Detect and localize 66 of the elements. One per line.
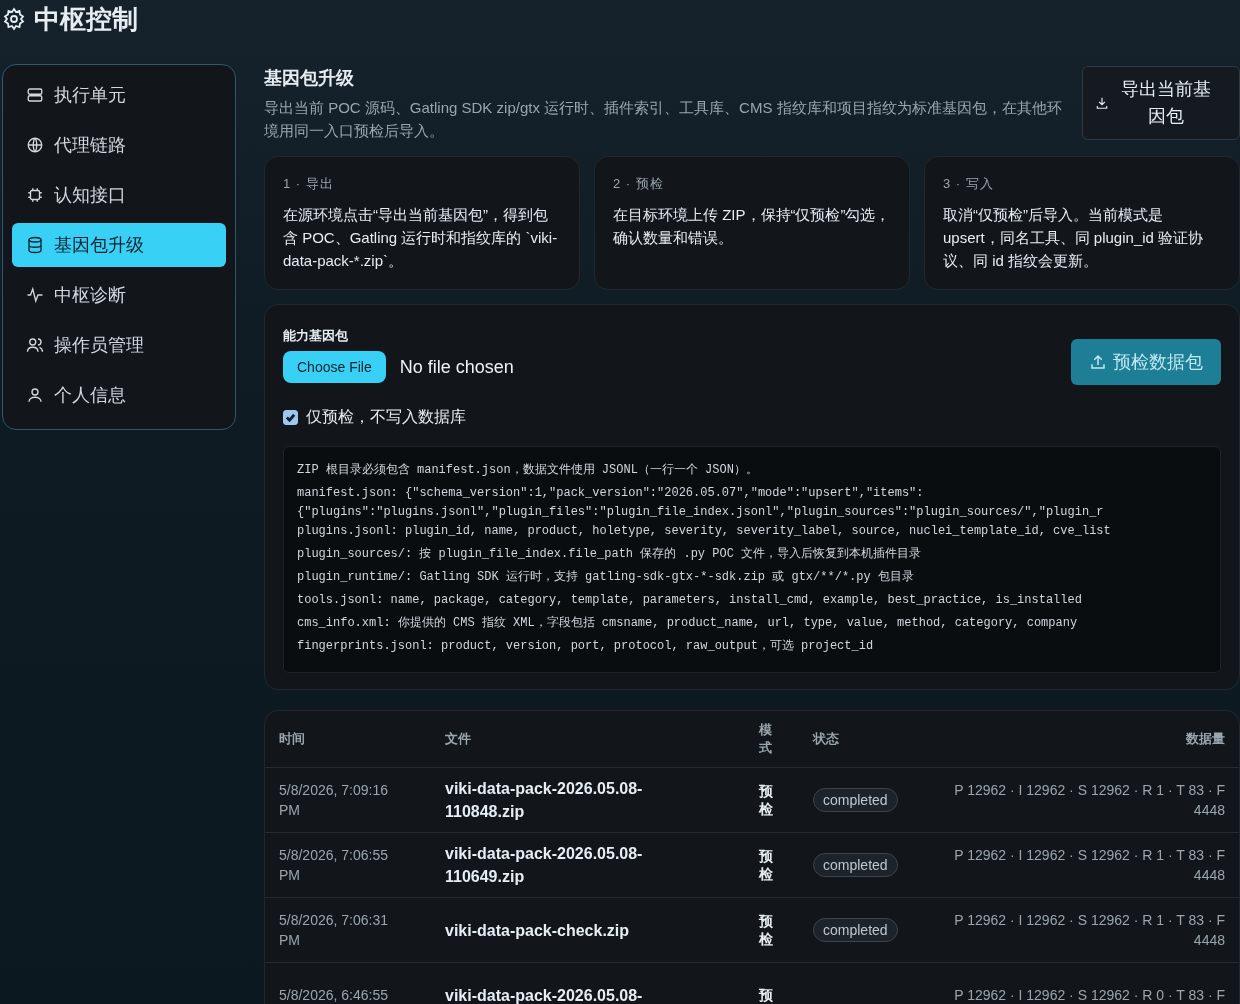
- file-cell-text: viki-data-pack-check.zip: [445, 920, 631, 941]
- status-badge: completed: [813, 853, 898, 877]
- step-text: 取消“仅预检”后导入。当前模式是 upsert，同名工具、同 plugin_id 验证协议、同 id 指纹会更新。: [943, 205, 1205, 271]
- mode-cell: 预检: [759, 782, 773, 818]
- pulse-icon: [26, 286, 44, 304]
- mode-cell: 预: [759, 986, 773, 1004]
- code-line: plugin_sources/: 按 plugin_file_index.file_path 保存的 .py POC 文件，导入后恢复到本机插件目录: [297, 546, 923, 563]
- section-title: 基因包升级: [264, 67, 355, 90]
- status-badge: completed: [813, 918, 898, 942]
- user-icon: [26, 386, 44, 404]
- sidebar-item[interactable]: 代理链路: [12, 123, 226, 167]
- code-line: plugins.jsonl: plugin_id, name, product, holetype, severity, severity_label, source, nuclei_template_id, cve_list: [297, 523, 1112, 540]
- sidebar-item[interactable]: 个人信息: [12, 373, 226, 417]
- code-line: fingerprints.jsonl: product, version, port, protocol, raw_output，可选 project_id: [297, 638, 875, 655]
- code-line: manifest.json: {"schema_version":1,"pack_version":"2026.05.07","mode":"upsert","items":: [297, 485, 925, 502]
- file-cell-text: viki-data-pack-2026.05.08-110848.zip: [445, 779, 644, 822]
- code-line: ZIP 根目录必须包含 manifest.json，数据文件使用 JSONL（一行一个 JSON）。: [297, 462, 759, 479]
- step-label: 1 · 导出: [283, 175, 335, 193]
- choose-file-button[interactable]: Choose File: [283, 351, 386, 383]
- count-cell-text: P 12962 · I 12962 · S 12962 · R 1 · T 83 · F 4448: [953, 781, 1225, 820]
- code-line: {"plugins":"plugins.jsonl","plugin_files":"plugin_file_index.jsonl","plugin_sources":"plugin_sources/","plugin_r: [297, 504, 1105, 521]
- time-cell-text: 5/8/2026, 7:06:31 PM: [279, 911, 389, 950]
- file-cell-text: viki-data-pack-2026.05.08-110649.zip: [445, 844, 644, 887]
- code-line: plugin_runtime/: Gatling SDK 运行时，支持 gatling-sdk-gtx-*-sdk.zip 或 gtx/**/*.py 包目录: [297, 569, 915, 586]
- app-title: 中枢控制: [34, 2, 138, 36]
- count-cell-text: P 12962 · I 12962 · S 12962 · R 1 · T 83 · F 4448: [953, 911, 1225, 950]
- checkbox-label: 仅预检，不写入数据库: [306, 407, 466, 427]
- count-cell-text: P 12962 · I 12962 · S 12962 · R 1 · T 83 · F 4448: [953, 846, 1225, 885]
- time-cell-text: 5/8/2026, 6:46:55: [279, 986, 389, 1004]
- field-label: 能力基因包: [283, 327, 349, 345]
- status-badge: completed: [813, 788, 898, 812]
- export-button[interactable]: 导出当前基因包: [1082, 66, 1240, 140]
- code-line: cms_info.xml: 你提供的 CMS 指纹 XML，字段包括 cmsname, product_name, url, type, value, method, category, company: [297, 615, 1079, 632]
- time-cell-text: 5/8/2026, 7:06:55 PM: [279, 846, 389, 885]
- step-label: 3 · 写入: [943, 175, 995, 193]
- section-description: 导出当前 POC 源码、Gatling SDK zip/gtx 运行时、插件索引、工具库、CMS 指纹库和项目指纹为标准基因包，在其他环境用同一入口预检后导入。: [264, 98, 1063, 141]
- mode-cell: 预检: [759, 912, 773, 948]
- step-label: 2 · 预检: [613, 175, 665, 193]
- file-status: No file chosen: [399, 356, 514, 378]
- step-text: 在目标环境上传 ZIP，保持“仅预检”勾选，确认数量和错误。: [613, 205, 891, 248]
- column-header: 状态: [813, 730, 840, 748]
- sidebar-item[interactable]: 执行单元: [12, 73, 226, 117]
- column-header: 模式: [759, 721, 772, 757]
- users-icon: [26, 336, 44, 354]
- sidebar-item[interactable]: 认知接口: [12, 173, 226, 217]
- column-header: 时间: [279, 730, 306, 748]
- precheck-button[interactable]: 预检数据包: [1071, 339, 1221, 385]
- chip-icon: [26, 186, 44, 204]
- database-icon: [26, 236, 44, 254]
- server-icon: [26, 86, 44, 104]
- upload-icon: [1089, 353, 1107, 371]
- step-text: 在源环境点击“导出当前基因包”，得到包含 POC、Gatling 运行时和指纹库的 `viki-data-pack-*.zip`。: [283, 205, 559, 271]
- sidebar-item[interactable]: 中枢诊断: [12, 273, 226, 317]
- settings-icon: [2, 7, 26, 31]
- time-cell-text: 5/8/2026, 7:09:16 PM: [279, 781, 389, 820]
- file-cell-text: viki-data-pack-2026.05.08-: [445, 985, 644, 1004]
- count-cell-text: P 12962 · I 12962 · S 12962 · R 0 · T 83 · F: [953, 986, 1225, 1004]
- code-line: tools.jsonl: name, package, category, template, parameters, install_cmd, example, best_practice, is_installed: [297, 592, 1083, 609]
- sidebar-item[interactable]: 基因包升级: [12, 223, 226, 267]
- checkbox[interactable]: [283, 410, 298, 425]
- sidebar-item[interactable]: 操作员管理: [12, 323, 226, 367]
- mode-cell: 预检: [759, 847, 773, 883]
- download-icon: [1095, 96, 1109, 110]
- column-header: 数据量: [1185, 730, 1225, 748]
- globe-icon: [26, 136, 44, 154]
- column-header: 文件: [445, 730, 472, 748]
